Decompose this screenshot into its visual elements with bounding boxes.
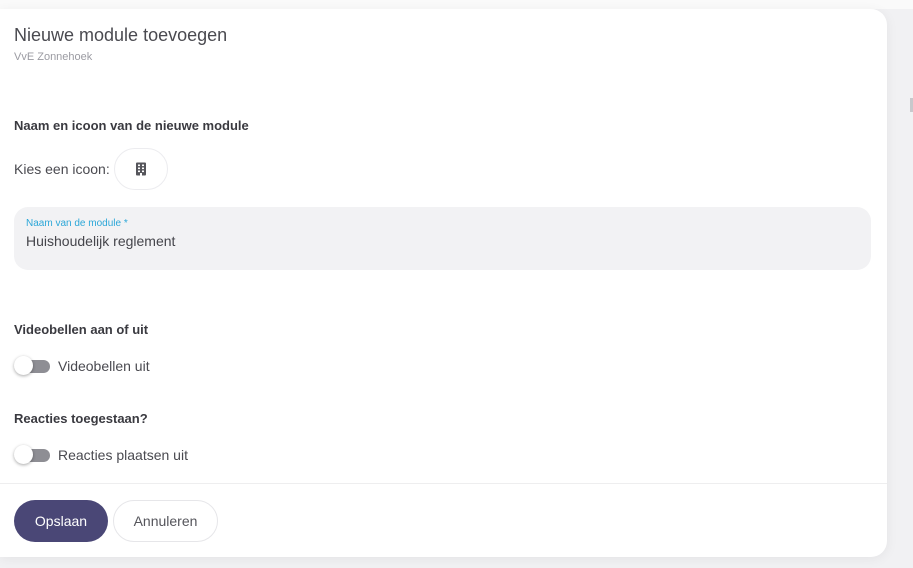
video-section-heading: Videobellen aan of uit (14, 322, 149, 337)
video-call-toggle[interactable] (14, 356, 50, 376)
building-icon (135, 162, 147, 176)
reactions-section-heading: Reacties toegestaan? (14, 411, 148, 426)
icon-picker-button[interactable] (114, 148, 168, 190)
video-call-toggle-knob (14, 356, 33, 375)
dialog-title: Nieuwe module toevoegen (14, 25, 228, 45)
module-name-field[interactable]: Naam van de module * Huishoudelijk regle… (14, 207, 871, 270)
save-button[interactable]: Opslaan (14, 500, 108, 542)
reactions-toggle-knob (14, 445, 33, 464)
footer-divider (0, 483, 887, 484)
icon-picker-label: Kies een icoon: (14, 161, 110, 177)
module-name-input[interactable]: Huishoudelijk reglement (26, 233, 175, 249)
cancel-button[interactable]: Annuleren (113, 500, 218, 542)
module-name-label: Naam van de module * (26, 218, 128, 229)
backdrop (0, 0, 913, 9)
video-call-toggle-label: Videobellen uit (58, 358, 150, 374)
dialog-subtitle: VvE Zonnehoek (14, 51, 93, 63)
reactions-toggle-label: Reacties plaatsen uit (58, 447, 188, 463)
reactions-toggle[interactable] (14, 445, 50, 465)
add-module-dialog: Nieuwe module toevoegen VvE Zonnehoek Na… (0, 9, 887, 557)
name-section-heading: Naam en icoon van de nieuwe module (14, 118, 249, 133)
